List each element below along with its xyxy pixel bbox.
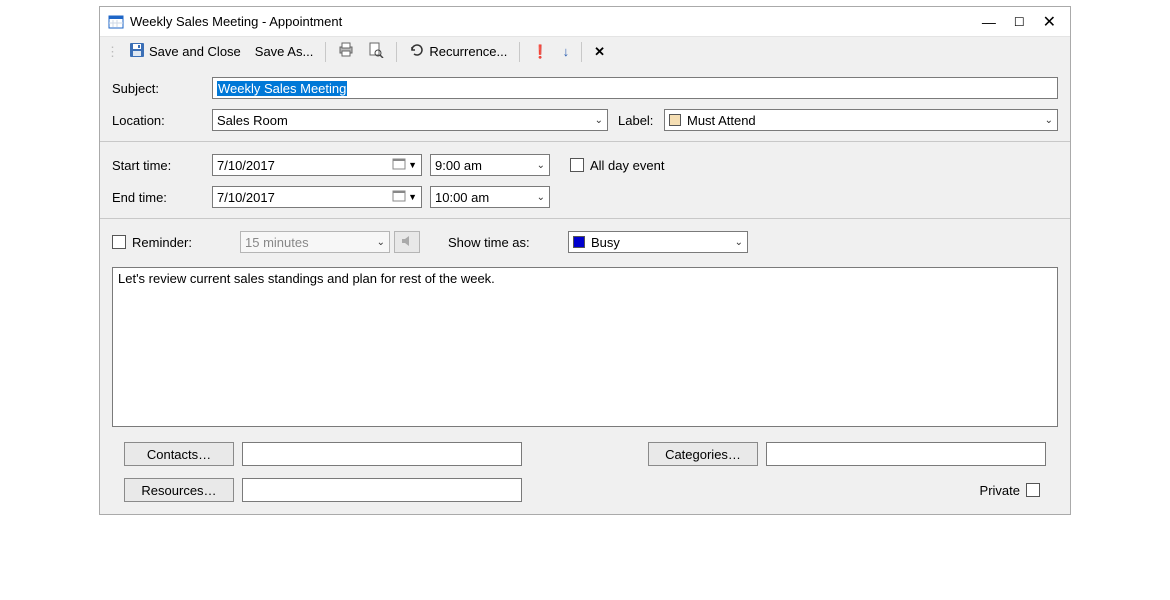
resources-button[interactable]: Resources… bbox=[124, 478, 234, 502]
calendar-icon bbox=[392, 189, 406, 206]
toolbar-grip: ⋮ bbox=[106, 44, 119, 60]
subject-label: Subject: bbox=[112, 81, 212, 96]
location-value: Sales Room bbox=[217, 113, 288, 128]
label-color-swatch bbox=[669, 114, 681, 126]
reminder-sound-button[interactable] bbox=[394, 231, 420, 253]
chevron-down-icon: ⌄ bbox=[735, 237, 743, 248]
save-and-close-button[interactable]: Save and Close bbox=[125, 42, 245, 61]
label-combo[interactable]: Must Attend ⌄ bbox=[664, 109, 1058, 131]
chevron-down-icon: ⌄ bbox=[537, 192, 545, 203]
location-combo[interactable]: Sales Room ⌄ bbox=[212, 109, 608, 131]
print-button[interactable] bbox=[334, 42, 358, 61]
recurrence-label: Recurrence... bbox=[429, 44, 507, 59]
save-as-label: Save As... bbox=[255, 44, 314, 59]
end-date-value: 7/10/2017 bbox=[217, 190, 275, 205]
reminder-value: 15 minutes bbox=[245, 235, 309, 250]
toolbar-separator bbox=[396, 42, 397, 62]
recurrence-button[interactable]: Recurrence... bbox=[405, 42, 511, 61]
chevron-down-icon: ⌄ bbox=[595, 115, 603, 126]
end-time-label: End time: bbox=[112, 190, 212, 205]
start-time-label: Start time: bbox=[112, 158, 212, 173]
contacts-button-label: Contacts… bbox=[147, 447, 211, 462]
calendar-app-icon bbox=[108, 14, 124, 30]
start-time-value: 9:00 am bbox=[435, 158, 482, 173]
delete-x-icon: ✕ bbox=[594, 44, 605, 60]
save-and-close-label: Save and Close bbox=[149, 44, 241, 59]
private-checkbox[interactable]: Private bbox=[980, 483, 1046, 498]
toolbar-separator bbox=[581, 42, 582, 62]
reminder-checkbox[interactable]: Reminder: bbox=[112, 235, 240, 250]
private-label: Private bbox=[980, 483, 1020, 498]
recurrence-icon bbox=[409, 42, 425, 61]
dropdown-arrow-icon: ▼ bbox=[408, 192, 417, 202]
window-controls: — ☐ ✕ bbox=[982, 12, 1062, 32]
categories-button-label: Categories… bbox=[665, 447, 741, 462]
speaker-icon bbox=[400, 234, 414, 251]
maximize-button[interactable]: ☐ bbox=[1014, 15, 1025, 29]
contacts-input[interactable] bbox=[242, 442, 522, 466]
show-time-as-label: Show time as: bbox=[448, 235, 568, 250]
window-title: Weekly Sales Meeting - Appointment bbox=[130, 14, 982, 29]
importance-low-button[interactable]: ↓ bbox=[559, 44, 574, 59]
toolbar: ⋮ Save and Close Save As... Recurre bbox=[100, 37, 1070, 67]
label-value: Must Attend bbox=[687, 113, 756, 128]
start-time-picker[interactable]: 9:00 am ⌄ bbox=[430, 154, 550, 176]
appointment-window: Weekly Sales Meeting - Appointment — ☐ ✕… bbox=[99, 6, 1071, 515]
start-date-picker[interactable]: 7/10/2017 ▼ bbox=[212, 154, 422, 176]
description-textarea[interactable] bbox=[112, 267, 1058, 427]
label-label: Label: bbox=[608, 113, 664, 128]
divider bbox=[100, 141, 1070, 142]
chevron-down-icon: ⌄ bbox=[1045, 115, 1053, 126]
print-preview-button[interactable] bbox=[364, 42, 388, 61]
importance-high-button[interactable]: ❗ bbox=[528, 44, 552, 60]
categories-input[interactable] bbox=[766, 442, 1046, 466]
save-icon bbox=[129, 42, 145, 61]
delete-button[interactable]: ✕ bbox=[590, 44, 609, 60]
end-date-picker[interactable]: 7/10/2017 ▼ bbox=[212, 186, 422, 208]
calendar-icon bbox=[392, 157, 406, 174]
bottom-section: Contacts… Categories… Resources… Private bbox=[112, 430, 1058, 514]
reminder-interval-combo[interactable]: 15 minutes ⌄ bbox=[240, 231, 390, 253]
end-time-picker[interactable]: 10:00 am ⌄ bbox=[430, 186, 550, 208]
location-label: Location: bbox=[112, 113, 212, 128]
resources-button-label: Resources… bbox=[141, 483, 216, 498]
toolbar-separator bbox=[519, 42, 520, 62]
dropdown-arrow-icon: ▼ bbox=[408, 160, 417, 170]
end-time-value: 10:00 am bbox=[435, 190, 489, 205]
close-button[interactable]: ✕ bbox=[1043, 12, 1056, 32]
resources-input[interactable] bbox=[242, 478, 522, 502]
chevron-down-icon: ⌄ bbox=[537, 160, 545, 171]
checkbox-icon bbox=[112, 235, 126, 249]
titlebar: Weekly Sales Meeting - Appointment — ☐ ✕ bbox=[100, 7, 1070, 37]
categories-button[interactable]: Categories… bbox=[648, 442, 758, 466]
exclamation-icon: ❗ bbox=[532, 44, 548, 60]
page-magnifier-icon bbox=[368, 42, 384, 61]
toolbar-separator bbox=[325, 42, 326, 62]
checkbox-icon bbox=[1026, 483, 1040, 497]
chevron-down-icon: ⌄ bbox=[377, 237, 385, 248]
checkbox-icon bbox=[570, 158, 584, 172]
subject-input[interactable]: Weekly Sales Meeting bbox=[212, 77, 1058, 99]
printer-icon bbox=[338, 42, 354, 61]
contacts-button[interactable]: Contacts… bbox=[124, 442, 234, 466]
divider bbox=[100, 218, 1070, 219]
arrow-down-icon: ↓ bbox=[563, 44, 570, 59]
all-day-label: All day event bbox=[590, 158, 664, 173]
all-day-checkbox[interactable]: All day event bbox=[570, 158, 664, 173]
start-date-value: 7/10/2017 bbox=[217, 158, 275, 173]
subject-value: Weekly Sales Meeting bbox=[217, 81, 347, 96]
show-time-as-combo[interactable]: Busy ⌄ bbox=[568, 231, 748, 253]
reminder-label: Reminder: bbox=[132, 235, 192, 250]
show-time-as-value: Busy bbox=[591, 235, 620, 250]
busy-color-swatch bbox=[573, 236, 585, 248]
save-as-button[interactable]: Save As... bbox=[251, 44, 318, 59]
minimize-button[interactable]: — bbox=[982, 14, 996, 30]
form-area: Subject: Weekly Sales Meeting Location: … bbox=[100, 67, 1070, 514]
